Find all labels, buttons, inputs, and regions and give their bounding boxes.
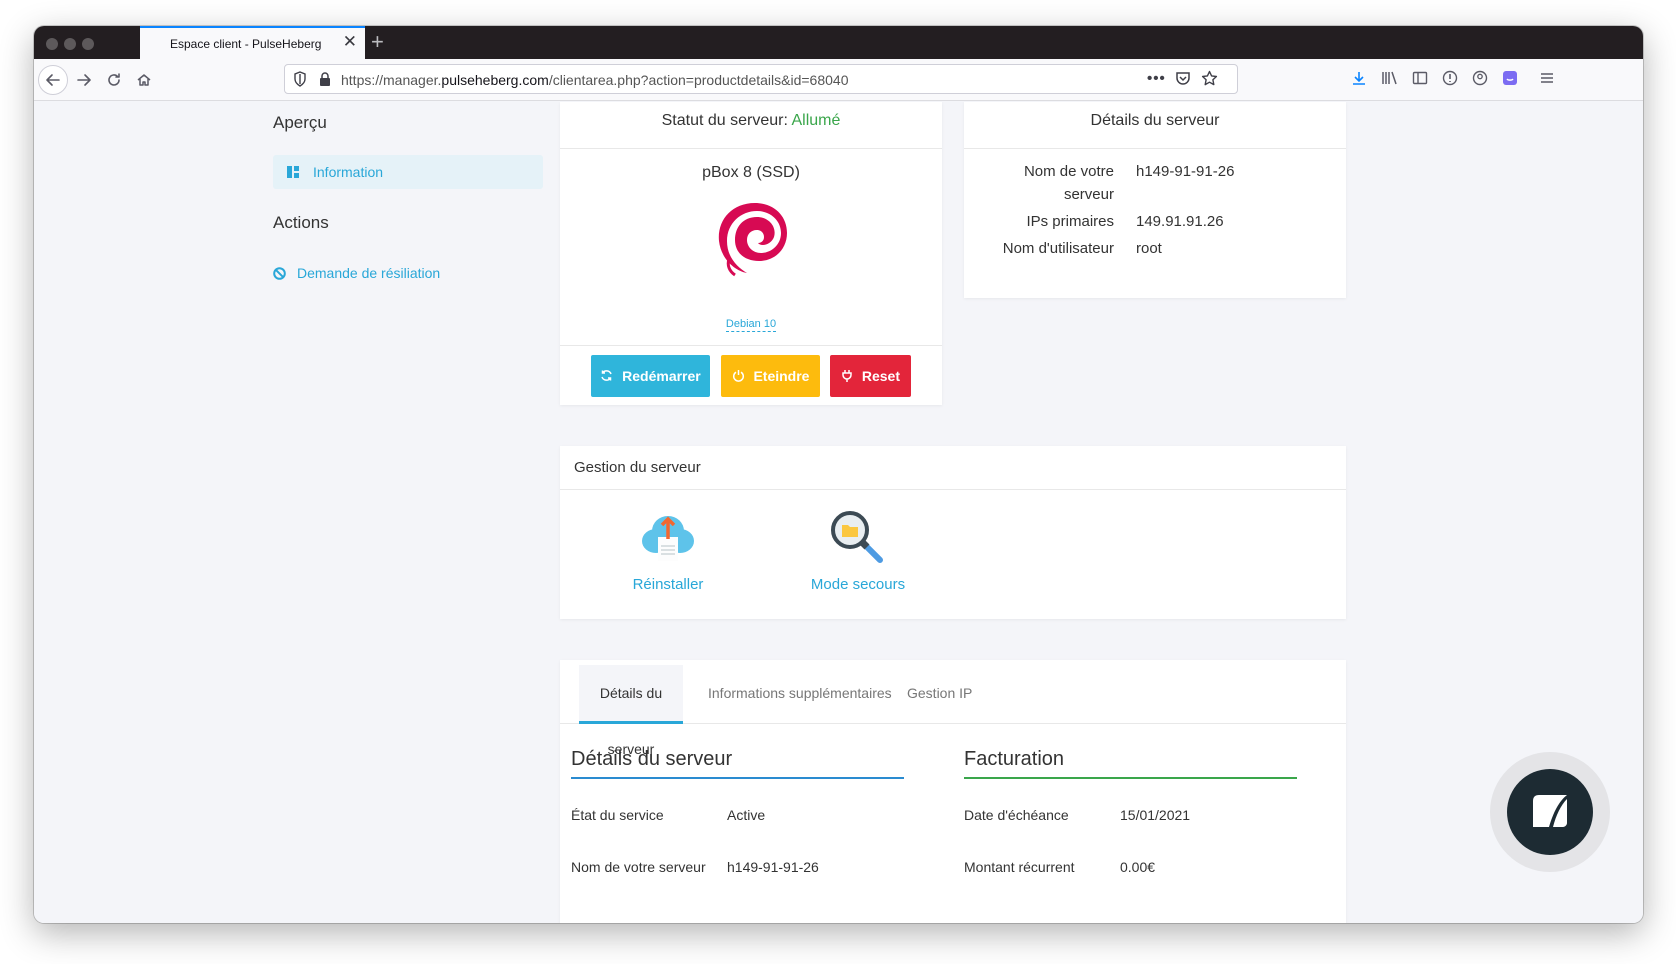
back-arrow-icon <box>46 74 60 86</box>
tab-server-details[interactable]: Détails du serveur <box>579 665 683 757</box>
overview-heading: Aperçu <box>273 113 327 132</box>
new-tab-button[interactable]: + <box>371 28 384 56</box>
server-name-row-label: Nom de votre serveur <box>571 859 706 875</box>
os-label[interactable]: Debian 10 <box>725 318 777 332</box>
shutdown-button[interactable]: Eteindre <box>721 355 820 397</box>
browser-window: Espace client - PulseHeberg ✕ + https://… <box>34 26 1643 923</box>
chat-widget-button[interactable] <box>1507 769 1593 855</box>
reinstall-label: Réinstaller <box>632 576 704 593</box>
power-icon <box>732 368 749 384</box>
chat-logo-icon <box>1533 795 1567 827</box>
sidebar-toggle-icon[interactable] <box>1412 70 1428 91</box>
close-tab-icon[interactable]: ✕ <box>343 32 357 52</box>
service-status-label: État du service <box>571 807 664 823</box>
server-details-card: Détails du serveur Nom de votre serveur h… <box>964 102 1346 298</box>
server-status-value: Allumé <box>791 112 841 129</box>
debian-logo-icon <box>718 203 787 277</box>
billing-underline <box>964 777 1297 779</box>
plug-icon <box>841 368 857 384</box>
ban-icon <box>273 267 286 285</box>
server-management-title: Gestion du serveur <box>574 459 701 476</box>
reset-button[interactable]: Reset <box>830 355 911 397</box>
server-management-card: Gestion du serveur Réinstaller Mode seco… <box>560 446 1346 619</box>
tab-list: Détails du serveur Informations suppléme… <box>560 660 1346 757</box>
username-value: root <box>1136 240 1162 257</box>
forward-arrow-icon <box>77 74 91 86</box>
server-status-text: Statut du serveur: Allumé <box>661 112 841 129</box>
rescue-mode-label: Mode secours <box>810 576 906 593</box>
magnifier-icon <box>831 511 883 563</box>
sidebar-item-label: Information <box>313 164 384 180</box>
page-actions-icon[interactable]: ••• <box>1147 70 1166 88</box>
navigation-bar: https://manager.pulseheberg.com/clientar… <box>34 59 1643 101</box>
recurring-amount-label: Montant récurrent <box>964 859 1075 875</box>
server-name-value: h149-91-91-26 <box>1136 163 1235 180</box>
server-details-title: Détails du serveur <box>1090 112 1220 129</box>
home-icon <box>137 74 151 86</box>
server-status-header: Statut du serveur: Allumé <box>560 102 942 149</box>
page-content: Aperçu Information Actions Demande de ré… <box>34 102 1643 923</box>
product-name: pBox 8 (SSD) <box>702 164 800 181</box>
sidebar-item-information[interactable]: Information <box>273 155 543 189</box>
browser-tab[interactable]: Espace client - PulseHeberg ✕ <box>140 26 365 59</box>
due-date-label: Date d'échéance <box>964 807 1069 823</box>
account-icon[interactable] <box>1472 70 1488 91</box>
service-status-value: Active <box>727 807 766 823</box>
billing-section-title: Facturation <box>964 748 1065 770</box>
url-text: https://manager.pulseheberg.com/clientar… <box>341 72 849 88</box>
server-details-header: Détails du serveur <box>964 102 1346 149</box>
extension-icon[interactable] <box>1502 70 1518 91</box>
close-window-button[interactable] <box>46 38 58 50</box>
server-status-card: Statut du serveur: Allumé pBox 8 (SSD) D… <box>560 102 942 405</box>
dashboard-icon <box>287 165 299 183</box>
extension-info-icon[interactable] <box>1442 70 1458 91</box>
server-name-row-value: h149-91-91-26 <box>727 859 819 875</box>
cloud-upload-icon <box>642 516 694 561</box>
shield-icon[interactable] <box>293 71 307 90</box>
username-label: Nom d'utilisateur <box>1002 240 1114 257</box>
refresh-icon <box>600 368 617 384</box>
server-details-section-title: Détails du serveur <box>571 748 733 770</box>
address-bar[interactable]: https://manager.pulseheberg.com/clientar… <box>284 64 1238 94</box>
divider <box>560 345 942 346</box>
downloads-icon[interactable] <box>1351 70 1367 91</box>
due-date-value: 15/01/2021 <box>1120 807 1191 823</box>
tab-ip-management[interactable]: Gestion IP <box>907 665 972 724</box>
recurring-amount-value: 0.00€ <box>1120 859 1156 875</box>
primary-ips-value: 149.91.91.26 <box>1136 213 1224 230</box>
details-tabs-card: Détails du serveur Informations suppléme… <box>560 660 1346 923</box>
reload-button[interactable] <box>99 65 129 95</box>
bookmark-star-icon[interactable] <box>1201 70 1218 92</box>
forward-button[interactable] <box>69 65 99 95</box>
back-button[interactable] <box>38 65 68 95</box>
server-details-underline <box>571 777 904 779</box>
maximize-window-button[interactable] <box>82 38 94 50</box>
tab-title: Espace client - PulseHeberg <box>170 37 322 51</box>
actions-heading: Actions <box>273 213 329 232</box>
restart-button[interactable]: Redémarrer <box>591 355 710 397</box>
home-button[interactable] <box>129 65 159 95</box>
server-name-label: Nom de votre serveur <box>1023 163 1114 203</box>
sidebar-item-label: Demande de résiliation <box>297 265 441 281</box>
reload-icon <box>108 73 120 86</box>
library-icon[interactable] <box>1381 70 1399 91</box>
primary-ips-label: IPs primaires <box>1026 213 1114 230</box>
lock-icon[interactable] <box>319 71 331 90</box>
minimize-window-button[interactable] <box>64 38 76 50</box>
tab-bar: Espace client - PulseHeberg ✕ + <box>34 26 1643 59</box>
tab-additional-info[interactable]: Informations supplémentaires <box>708 665 892 724</box>
menu-icon[interactable] <box>1539 70 1555 91</box>
pocket-icon[interactable] <box>1175 70 1191 91</box>
